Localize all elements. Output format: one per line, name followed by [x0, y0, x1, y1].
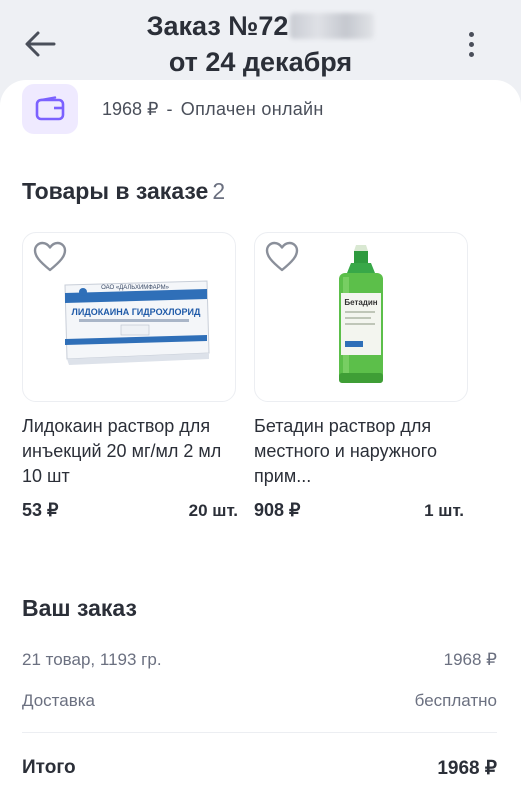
product-quantity: 20 шт.: [188, 501, 238, 520]
wallet-tile: [22, 84, 78, 134]
product-price-row: 908 ₽ 1 шт.: [254, 500, 470, 521]
summary-total-label: Итого: [22, 757, 76, 778]
product-price: 53 ₽: [22, 500, 59, 520]
kebab-dot-icon: [468, 31, 474, 37]
more-options-button[interactable]: [461, 28, 481, 60]
products-title-text: Товары в заказе: [22, 178, 209, 204]
payment-amount: 1968 ₽: [102, 98, 159, 119]
summary-title: Ваш заказ: [22, 595, 137, 621]
products-section-title: Товары в заказе 2: [22, 178, 225, 205]
app-header: Заказ №72 от 24 декабря: [0, 0, 521, 84]
product-name[interactable]: Бетадин раствор для местного и наружного…: [254, 414, 470, 492]
payment-row: 1968 ₽ - Оплачен онлайн: [22, 84, 324, 134]
product-price-row: 53 ₽ 20 шт.: [22, 500, 238, 521]
order-title-prefix: Заказ №72: [146, 11, 289, 41]
product-quantity: 1 шт.: [424, 501, 464, 520]
box-title-text: ЛИДОКАИНА ГИДРОХЛОРИД: [72, 307, 201, 317]
payment-dash: -: [166, 98, 173, 119]
summary-items-row: 21 товар, 1193 гр. 1968 ₽: [22, 650, 497, 670]
bottle-label-text: Бетадин: [344, 298, 377, 307]
payment-status: Оплачен онлайн: [180, 98, 324, 119]
betadine-bottle-image: Бетадин: [339, 245, 383, 383]
product-name[interactable]: Лидокаин раствор для инъекций 20 мг/мл 2…: [22, 414, 238, 492]
summary-items-value: 1968 ₽: [443, 650, 497, 669]
product-image[interactable]: Бетадин: [254, 232, 468, 402]
product-card[interactable]: Бетадин Бетадин раствор для местного и н…: [254, 232, 470, 521]
summary-total-value: 1968 ₽: [437, 758, 497, 779]
order-title: Заказ №72: [0, 8, 521, 44]
lidocaine-box-image: ОАО «ДАЛЬХИМФАРМ» ЛИДОКАИНА ГИДРОХЛОРИД: [64, 280, 210, 365]
box-maker-text: ОАО «ДАЛЬХИМФАРМ»: [101, 285, 169, 291]
kebab-dot-icon: [468, 51, 474, 57]
summary-delivery-row: Доставка бесплатно: [22, 691, 497, 711]
wallet-icon: [35, 96, 65, 121]
products-count: 2: [212, 178, 226, 204]
summary-items-label: 21 товар, 1193 гр.: [22, 650, 162, 669]
product-price: 908 ₽: [254, 500, 301, 520]
product-image[interactable]: ОАО «ДАЛЬХИМФАРМ» ЛИДОКАИНА ГИДРОХЛОРИД: [22, 232, 236, 402]
order-details-card: 1968 ₽ - Оплачен онлайн Товары в заказе 2…: [0, 80, 521, 800]
summary-divider: [22, 732, 497, 733]
kebab-dot-icon: [468, 41, 474, 47]
product-card[interactable]: ОАО «ДАЛЬХИМФАРМ» ЛИДОКАИНА ГИДРОХЛОРИД …: [22, 232, 238, 521]
order-number-redacted: [290, 13, 375, 39]
summary-delivery-value: бесплатно: [414, 691, 497, 710]
summary-delivery-label: Доставка: [22, 691, 96, 710]
summary-total-row: Итого 1968 ₽: [22, 757, 497, 780]
order-date: от 24 декабря: [168, 47, 353, 77]
